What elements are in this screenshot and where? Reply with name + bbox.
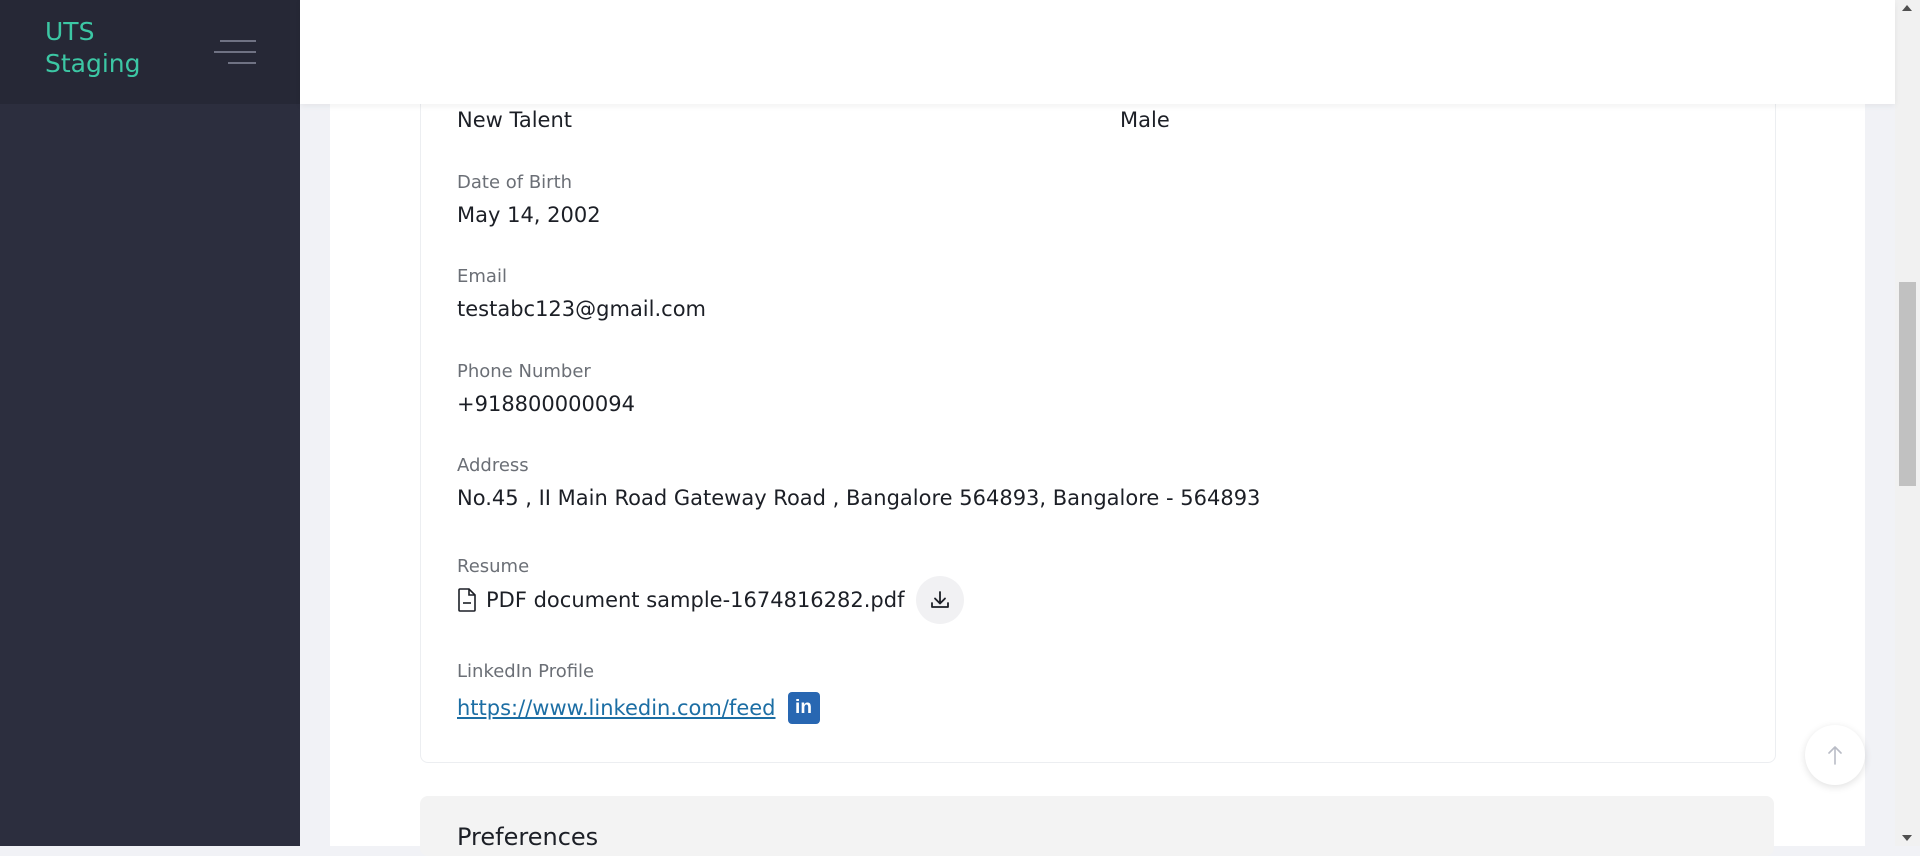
file-icon: [458, 588, 476, 612]
download-resume-button[interactable]: [916, 576, 965, 624]
address-label: Address: [457, 455, 529, 476]
linkedin-row: https://www.linkedin.com/feed in: [457, 692, 820, 724]
linkedin-label: LinkedIn Profile: [457, 661, 595, 682]
scroll-to-top-button[interactable]: [1805, 725, 1865, 785]
dob-value: May 14, 2002: [457, 203, 601, 227]
resume-label: Resume: [457, 556, 530, 577]
dob-label: Date of Birth: [457, 172, 573, 193]
page-scrollbar[interactable]: [1895, 0, 1920, 846]
personal-details-card: [420, 84, 1776, 763]
scrollbar-thumb[interactable]: [1899, 282, 1916, 486]
app-logo[interactable]: UTS Staging: [45, 16, 165, 80]
scroll-up-arrow-icon[interactable]: [1902, 5, 1912, 11]
linkedin-icon[interactable]: in: [787, 692, 820, 724]
phone-label: Phone Number: [457, 361, 591, 382]
hamburger-icon[interactable]: [214, 38, 256, 68]
logo-line-2: Staging: [45, 49, 141, 78]
scroll-down-arrow-icon[interactable]: [1902, 835, 1912, 841]
sidebar: UTS Staging: [0, 0, 300, 846]
phone-value: +918800000094: [457, 392, 635, 416]
talent-type-value: New Talent: [457, 108, 572, 132]
gender-value: Male: [1120, 108, 1170, 132]
preferences-title: Preferences: [457, 823, 599, 851]
preferences-section: Preferences: [420, 796, 1774, 856]
email-label: Email: [457, 266, 507, 287]
arrow-up-icon: [1828, 746, 1842, 765]
sidebar-header: UTS Staging: [0, 0, 300, 104]
download-icon: [931, 591, 950, 608]
logo-line-1: UTS: [45, 17, 95, 46]
top-header: [300, 0, 1895, 104]
address-value: No.45 , II Main Road Gateway Road , Bang…: [457, 486, 1261, 510]
email-value: testabc123@gmail.com: [457, 297, 707, 321]
resume-row: PDF document sample-1674816282.pdf: [457, 576, 965, 624]
resume-filename[interactable]: PDF document sample-1674816282.pdf: [486, 588, 904, 612]
linkedin-link[interactable]: https://www.linkedin.com/feed: [457, 696, 776, 720]
